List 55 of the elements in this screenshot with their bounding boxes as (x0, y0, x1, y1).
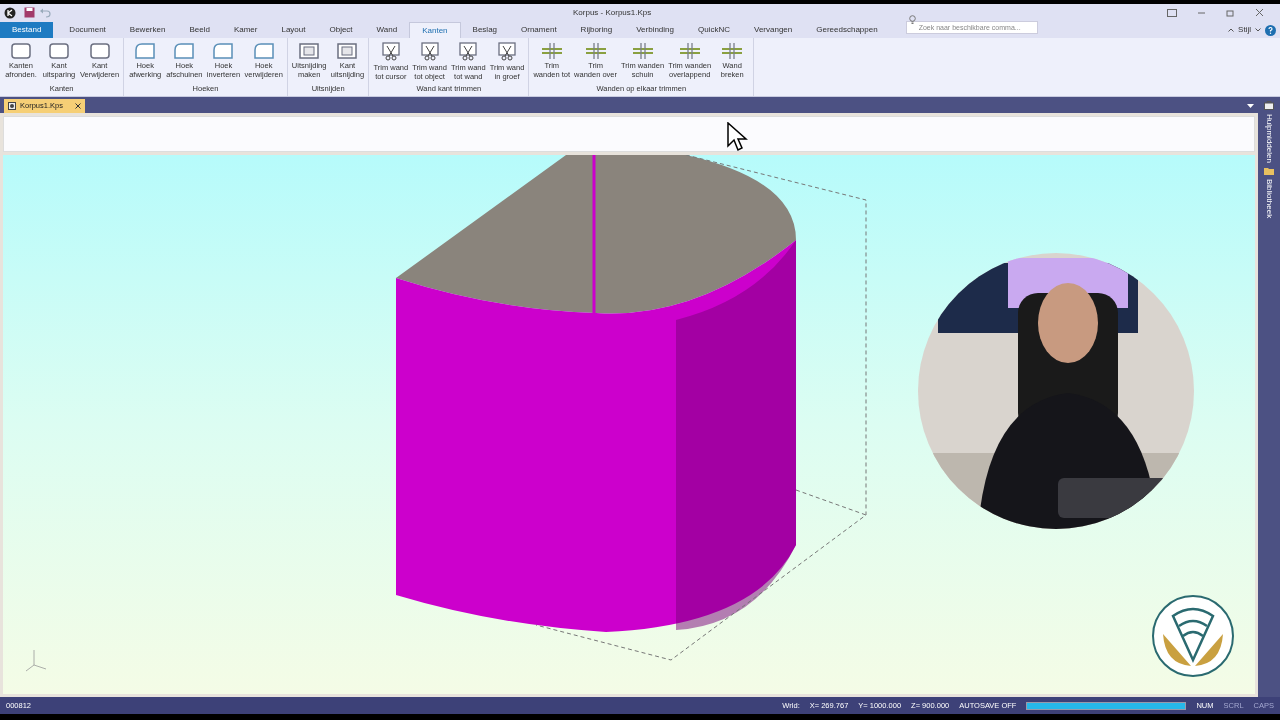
wall-joint-icon (583, 42, 608, 60)
edge-icon (10, 42, 32, 60)
ribbon-tab[interactable]: Rijboring (568, 22, 625, 38)
axis-indicator-icon (24, 647, 48, 673)
scissors-icon (418, 42, 441, 62)
ribbon-tab[interactable]: Wand (364, 22, 410, 38)
corner-icon (252, 42, 275, 60)
toolbox-icon (1264, 101, 1274, 110)
collapse-icon[interactable] (1228, 28, 1235, 32)
folder-icon (1264, 166, 1274, 175)
app-logo-icon[interactable] (4, 6, 16, 19)
ribbon-tab[interactable]: QuickNC (686, 22, 742, 38)
caret-icon (1255, 28, 1261, 32)
cutout-icon (298, 42, 321, 60)
file-menu-button[interactable]: Bestand (0, 22, 54, 38)
ribbon-tab[interactable]: Gereedschappen (804, 22, 890, 38)
edge-icon (48, 42, 70, 60)
lightbulb-icon (908, 15, 916, 24)
close-icon[interactable] (74, 103, 81, 109)
restore-icon[interactable] (1226, 8, 1235, 17)
side-panel-tab[interactable]: Hulpmiddelen (1263, 101, 1275, 163)
dropdown-icon[interactable] (1247, 104, 1254, 108)
side-panel-tab[interactable]: Bibliotheek (1263, 166, 1275, 219)
document-icon (8, 102, 16, 110)
ribbon-tab[interactable]: Kanten (409, 22, 461, 38)
wall-joint-icon (539, 42, 564, 60)
ribbon-tab[interactable]: Document (57, 22, 118, 38)
ribbon-tab[interactable]: Ornament (509, 22, 569, 38)
help-icon[interactable] (1265, 24, 1276, 36)
corner-icon (134, 42, 157, 60)
ribbon-tab[interactable]: Layout (269, 22, 318, 38)
wall-joint-icon (677, 42, 702, 60)
mouse-cursor-icon (727, 122, 749, 152)
ribbon-tab[interactable]: Verbinding (624, 22, 686, 38)
ribbon-tab[interactable]: Object (317, 22, 365, 38)
ribbon-tab[interactable]: Kamer (221, 22, 270, 38)
cutout-icon (336, 42, 359, 60)
corner-icon (212, 42, 235, 60)
ribbon-tab[interactable]: Beslag (460, 22, 510, 38)
scissors-icon (379, 42, 402, 62)
close-icon[interactable] (1255, 8, 1264, 17)
wall-joint-icon (720, 42, 745, 60)
style-menu[interactable]: Stijl (1238, 24, 1261, 36)
ribbon-tab[interactable]: Bewerken (117, 22, 178, 38)
scissors-icon (496, 42, 518, 62)
corner-icon (173, 42, 196, 60)
save-icon[interactable] (24, 7, 35, 18)
scissors-icon (457, 42, 480, 62)
edge-icon (88, 42, 111, 60)
ribbon-tab[interactable]: Beeld (177, 22, 222, 38)
window-title: Korpus - Korpus1.Kps (573, 6, 652, 19)
logo-icon (1151, 594, 1235, 678)
ribbon-display-icon[interactable] (1167, 8, 1177, 17)
ribbon-tab[interactable]: Vervangen (742, 22, 805, 38)
wall-joint-icon (630, 42, 655, 60)
